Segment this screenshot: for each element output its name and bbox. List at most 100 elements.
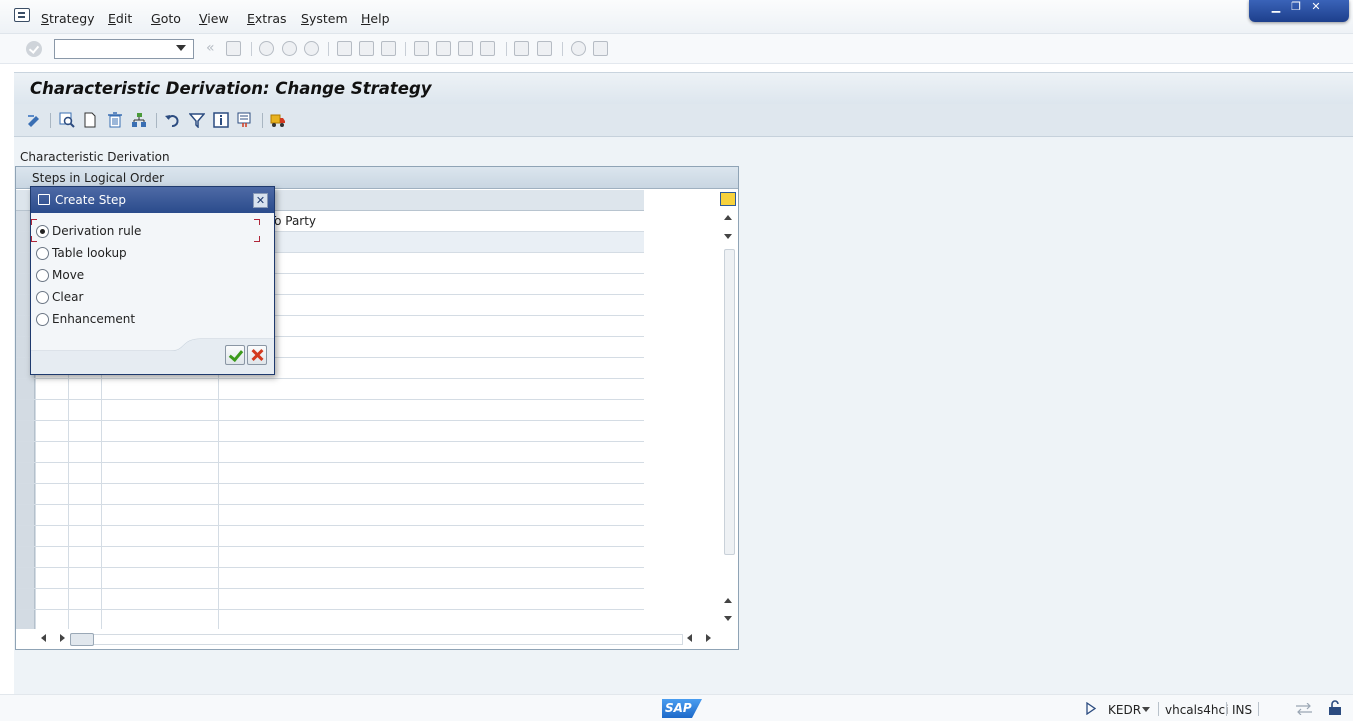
undo-icon[interactable] xyxy=(164,112,180,128)
minimize-icon[interactable]: ▁ xyxy=(1267,0,1285,14)
row-selector[interactable] xyxy=(16,505,35,525)
focus-corner xyxy=(254,236,260,242)
create-icon[interactable] xyxy=(82,112,98,128)
info-icon[interactable] xyxy=(213,112,229,128)
toolbar-separator xyxy=(50,113,51,128)
display-change-icon[interactable] xyxy=(26,112,42,128)
table-row[interactable] xyxy=(16,589,644,610)
row-selector[interactable] xyxy=(16,379,35,399)
table-row[interactable] xyxy=(16,442,644,463)
menu-strategy[interactable]: Strategy xyxy=(41,11,95,26)
column-config-icon[interactable] xyxy=(720,192,736,206)
table-row[interactable] xyxy=(16,568,644,589)
menu-extras[interactable]: Extras xyxy=(247,11,287,26)
horizontal-scroll-thumb[interactable] xyxy=(70,633,94,646)
scroll-page-down-icon[interactable] xyxy=(724,616,732,621)
previous-page-icon[interactable] xyxy=(436,41,451,56)
server-name: vhcals4hci xyxy=(1165,703,1229,717)
vertical-scrollbar[interactable] xyxy=(724,249,735,555)
horizontal-scrollbar[interactable] xyxy=(70,634,683,645)
menu-edit[interactable]: Edit xyxy=(108,11,132,26)
first-page-icon[interactable] xyxy=(414,41,429,56)
new-session-icon[interactable] xyxy=(514,41,529,56)
restore-icon[interactable]: ❐ xyxy=(1287,0,1305,14)
transport-icon[interactable] xyxy=(270,112,286,128)
scroll-far-left-icon[interactable] xyxy=(687,634,692,642)
dialog-close-button[interactable]: ✕ xyxy=(253,193,268,208)
status-dropdown-icon[interactable] xyxy=(1142,707,1150,712)
filter-icon[interactable] xyxy=(189,112,205,128)
row-selector[interactable] xyxy=(16,568,35,588)
detail-icon[interactable] xyxy=(59,112,75,128)
menu-bar: Strategy Edit Goto View Extras System He… xyxy=(0,0,1353,34)
find-icon[interactable] xyxy=(359,41,374,56)
chevron-down-icon[interactable] xyxy=(176,45,186,51)
table-row[interactable] xyxy=(16,526,644,547)
table-row[interactable] xyxy=(16,484,644,505)
status-expand-icon[interactable] xyxy=(1086,702,1096,715)
menu-help[interactable]: Help xyxy=(361,11,390,26)
radio-icon[interactable] xyxy=(36,313,49,326)
command-field[interactable] xyxy=(54,39,194,59)
lock-icon[interactable] xyxy=(1328,700,1342,716)
radio-icon[interactable] xyxy=(36,247,49,260)
table-row[interactable] xyxy=(16,421,644,442)
row-selector[interactable] xyxy=(16,610,35,629)
enter-icon[interactable] xyxy=(26,41,42,57)
menu-system[interactable]: System xyxy=(301,11,348,26)
focus-corner xyxy=(31,219,37,225)
insert-mode: INS xyxy=(1232,703,1253,717)
cancel-button[interactable] xyxy=(247,345,267,365)
row-selector[interactable] xyxy=(16,463,35,483)
shortcut-icon[interactable] xyxy=(537,41,552,56)
help-icon[interactable] xyxy=(571,41,586,56)
menu-app-icon[interactable] xyxy=(14,8,30,22)
row-selector[interactable] xyxy=(16,421,35,441)
exit-icon[interactable] xyxy=(282,41,297,56)
row-selector[interactable] xyxy=(16,547,35,567)
scroll-right-icon[interactable] xyxy=(60,634,65,642)
table-row[interactable] xyxy=(16,463,644,484)
scroll-far-right-icon[interactable] xyxy=(706,634,711,642)
toolbar-separator xyxy=(328,42,329,56)
find-next-icon[interactable] xyxy=(381,41,396,56)
table-row[interactable] xyxy=(16,547,644,568)
table-row[interactable] xyxy=(16,610,644,629)
page-title: Characteristic Derivation: Change Strate… xyxy=(30,79,432,98)
row-selector[interactable] xyxy=(16,442,35,462)
dialog-title: Create Step xyxy=(55,193,127,207)
system-toolbar: « xyxy=(0,34,1353,64)
toolbar-separator xyxy=(156,113,157,128)
row-selector[interactable] xyxy=(16,400,35,420)
confirm-button[interactable] xyxy=(225,345,245,365)
scroll-left-icon[interactable] xyxy=(41,634,46,642)
close-window-icon[interactable]: ✕ xyxy=(1307,0,1325,14)
option-label: Clear xyxy=(52,290,84,304)
radio-icon[interactable] xyxy=(36,269,49,282)
create-step-dialog: Create Step ✕ Derivation rule Table look… xyxy=(30,186,275,375)
table-row[interactable] xyxy=(16,505,644,526)
scroll-down-icon[interactable] xyxy=(724,234,732,239)
table-row[interactable] xyxy=(16,379,644,400)
scroll-page-up-icon[interactable] xyxy=(724,598,732,603)
overview-icon[interactable] xyxy=(237,112,253,128)
back-icon[interactable] xyxy=(259,41,274,56)
scroll-up-icon[interactable] xyxy=(724,215,732,220)
row-selector[interactable] xyxy=(16,589,35,609)
table-row[interactable] xyxy=(16,400,644,421)
menu-view[interactable]: View xyxy=(199,11,229,26)
radio-icon[interactable] xyxy=(36,291,49,304)
radio-selected-icon[interactable] xyxy=(36,225,49,238)
save-icon[interactable] xyxy=(226,41,241,56)
delete-icon[interactable] xyxy=(107,112,123,128)
row-selector[interactable] xyxy=(16,526,35,546)
menu-goto[interactable]: Goto xyxy=(151,11,181,26)
last-page-icon[interactable] xyxy=(480,41,495,56)
next-page-icon[interactable] xyxy=(458,41,473,56)
print-icon[interactable] xyxy=(337,41,352,56)
status-bar: SAP KEDR vhcals4hci INS xyxy=(0,694,1353,721)
layout-menu-icon[interactable] xyxy=(593,41,608,56)
cancel-icon[interactable] xyxy=(304,41,319,56)
row-selector[interactable] xyxy=(16,484,35,504)
hierarchy-icon[interactable] xyxy=(131,112,147,128)
